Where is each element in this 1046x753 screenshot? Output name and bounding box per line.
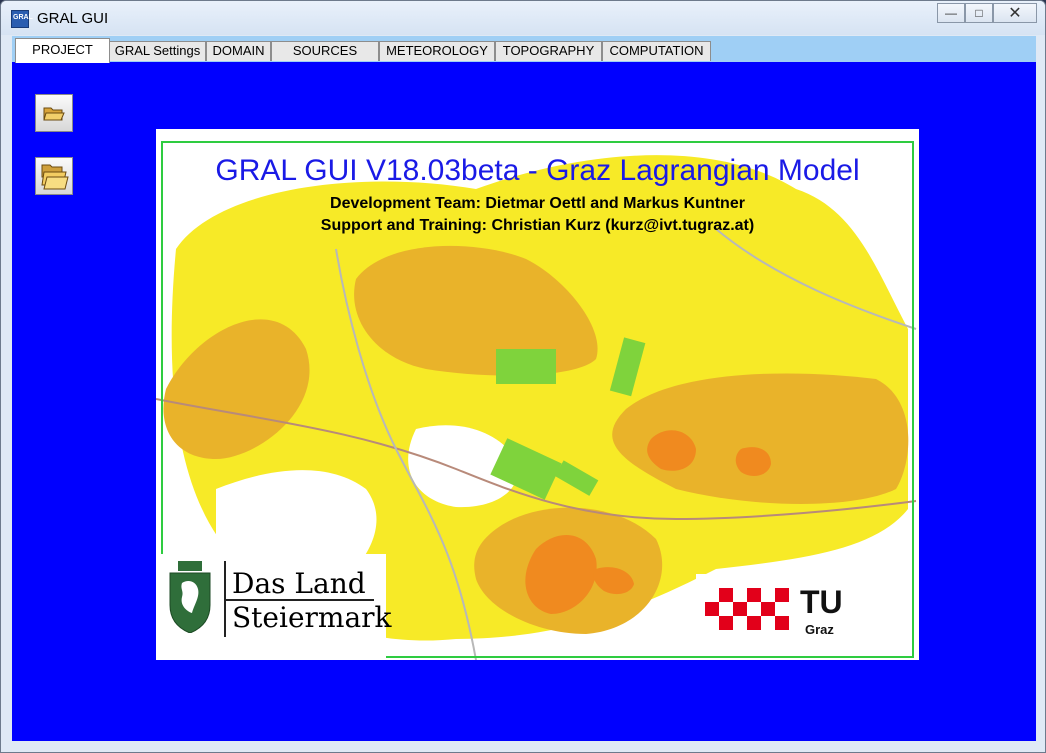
tab-gral-settings[interactable]: GRAL Settings <box>109 41 206 61</box>
gral-window: GRAL GRAL GUI — □ ✕ PROJECT GRAL Setting… <box>0 0 1046 753</box>
maximize-icon: □ <box>975 6 983 20</box>
tu-graz-mark-icon <box>705 588 789 630</box>
tab-sources[interactable]: SOURCES <box>271 41 379 61</box>
splash-development-team: Development Team: Dietmar Oettl and Mark… <box>330 195 745 212</box>
tab-computation[interactable]: COMPUTATION <box>602 41 711 61</box>
title-bar[interactable]: GRAL GRAL GUI — □ ✕ <box>1 1 1045 35</box>
das-land-steiermark-text: Das Land Steiermark <box>232 567 392 635</box>
open-folder-icon <box>43 107 65 121</box>
tab-domain[interactable]: DOMAIN <box>206 41 271 61</box>
tab-bar: PROJECT GRAL Settings DOMAIN SOURCES MET… <box>12 36 1036 63</box>
window-title: GRAL GUI <box>37 10 109 27</box>
tu-graz-logo: TU Graz <box>705 582 865 642</box>
land-line-1: Das Land <box>232 567 366 600</box>
splash-title: GRAL GUI V18.03beta - Graz Lagrangian Mo… <box>215 154 860 187</box>
splash-support: Support and Training: Christian Kurz (ku… <box>320 217 755 234</box>
minimize-icon: — <box>945 6 957 20</box>
main-content: PROJECT GRAL Settings DOMAIN SOURCES MET… <box>12 36 1036 741</box>
gral-app-icon: GRAL <box>11 10 33 28</box>
tab-meteorology[interactable]: METEOROLOGY <box>379 41 495 61</box>
land-line-2: Steiermark <box>232 601 392 634</box>
maximize-button[interactable]: □ <box>965 3 993 23</box>
splash-panel: GRAL GUI V18.03beta - Graz Lagrangian Mo… <box>156 129 919 660</box>
app-icon-text: GRAL <box>13 14 33 21</box>
tab-project[interactable]: PROJECT <box>15 38 110 63</box>
close-icon: ✕ <box>1008 5 1022 22</box>
steiermark-crest-icon <box>169 561 211 633</box>
close-button[interactable]: ✕ <box>993 3 1037 23</box>
minimize-button[interactable]: — <box>937 3 965 23</box>
open-multiple-projects-button[interactable] <box>35 157 73 195</box>
tab-topography[interactable]: TOPOGRAPHY <box>495 41 602 61</box>
open-project-folders-icon <box>41 164 69 190</box>
tu-text: TU <box>800 584 843 620</box>
das-land-steiermark-logo: Das Land Steiermark <box>164 559 392 639</box>
open-project-button[interactable] <box>35 94 73 132</box>
tu-graz-text: Graz <box>805 622 834 637</box>
window-controls: — □ ✕ <box>937 3 1037 25</box>
